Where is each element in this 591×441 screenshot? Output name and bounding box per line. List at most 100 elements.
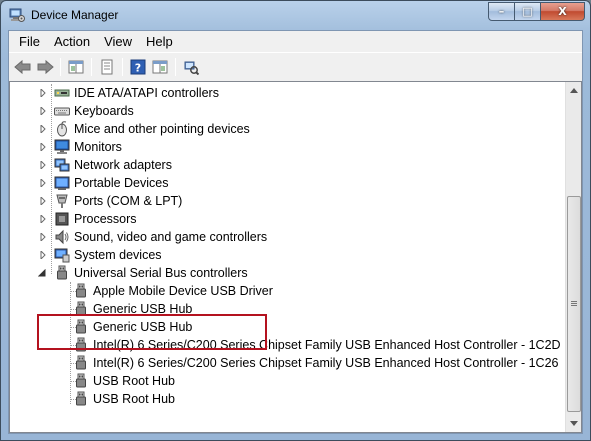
- tree-category-label: Portable Devices: [74, 176, 169, 190]
- expand-arrow-icon[interactable]: [39, 89, 47, 97]
- device-tree-panel[interactable]: IDE ATA/ATAPI controllers Keyboards Mice…: [9, 81, 582, 433]
- window-title: Device Manager: [31, 8, 119, 22]
- tree-category-mice[interactable]: Mice and other pointing devices: [10, 120, 566, 138]
- expand-arrow-icon[interactable]: [39, 143, 47, 151]
- system-device-icon: [54, 248, 70, 263]
- scan-hardware-changes-button[interactable]: [180, 56, 202, 78]
- show-hide-console-tree-button[interactable]: [65, 56, 87, 78]
- caption-buttons: – □ X: [488, 2, 585, 21]
- close-icon: X: [558, 5, 567, 18]
- tree-device-label: USB Root Hub: [93, 374, 175, 388]
- usb-icon: [76, 373, 86, 388]
- menu-bar: File Action View Help: [9, 31, 582, 51]
- port-icon: [56, 194, 68, 208]
- scrollbar-grip: [571, 303, 577, 304]
- toolbar-separator: [122, 57, 123, 76]
- maximize-icon: □: [522, 5, 533, 18]
- usb-icon: [76, 391, 86, 406]
- tree-category-label: Monitors: [74, 140, 122, 154]
- tree-category-ide-controllers[interactable]: IDE ATA/ATAPI controllers: [10, 84, 566, 102]
- minimize-icon: –: [498, 5, 505, 18]
- tree-device-label: Intel(R) 6 Series/C200 Series Chipset Fa…: [93, 356, 559, 370]
- tree-category-label: Sound, video and game controllers: [74, 230, 268, 244]
- monitor-icon: [54, 139, 70, 154]
- toolbar-separator: [60, 57, 61, 76]
- menu-view[interactable]: View: [97, 34, 139, 49]
- device-manager-app-icon: [9, 8, 25, 22]
- expand-arrow-icon[interactable]: [39, 179, 47, 187]
- usb-icon: [76, 355, 86, 370]
- show-hide-action-pane-icon: [152, 60, 168, 73]
- tree-device-apple-mobile-device-usb-driver[interactable]: Apple Mobile Device USB Driver: [10, 282, 566, 300]
- scan-hardware-changes-icon: [184, 61, 199, 75]
- ide-controller-icon: [54, 89, 70, 97]
- tree-category-label: Keyboards: [74, 104, 134, 118]
- show-hide-action-pane-button[interactable]: [149, 56, 171, 78]
- back-button[interactable]: [12, 56, 34, 78]
- tree-device-usb-root-hub[interactable]: USB Root Hub: [10, 372, 566, 390]
- menu-help[interactable]: Help: [139, 34, 180, 49]
- show-hide-console-tree-icon: [68, 60, 84, 73]
- properties-icon: [101, 59, 113, 74]
- menu-file[interactable]: File: [9, 34, 47, 49]
- scroll-up-button[interactable]: [566, 82, 581, 99]
- vertical-scrollbar[interactable]: [565, 82, 581, 432]
- portable-device-icon: [54, 176, 70, 190]
- tree-category-sound-video-game[interactable]: Sound, video and game controllers: [10, 228, 566, 246]
- svg-text:?: ?: [135, 61, 141, 74]
- tree-category-monitors[interactable]: Monitors: [10, 138, 566, 156]
- tree-category-label: Mice and other pointing devices: [74, 122, 250, 136]
- tree-category-label: Network adapters: [74, 158, 172, 172]
- tree-device-usb-root-hub[interactable]: USB Root Hub: [10, 390, 566, 408]
- back-arrow-icon: [14, 59, 31, 74]
- mouse-icon: [57, 121, 67, 137]
- expand-arrow-icon[interactable]: [39, 251, 47, 259]
- tree-category-portable-devices[interactable]: Portable Devices: [10, 174, 566, 192]
- device-tree: IDE ATA/ATAPI controllers Keyboards Mice…: [10, 84, 566, 408]
- expand-arrow-icon[interactable]: [39, 161, 47, 169]
- help-button[interactable]: ?: [127, 56, 149, 78]
- tree-category-label: Universal Serial Bus controllers: [74, 266, 248, 280]
- tree-device-intel-usb-host-controller-1c26[interactable]: Intel(R) 6 Series/C200 Series Chipset Fa…: [10, 354, 566, 372]
- tree-category-network-adapters[interactable]: Network adapters: [10, 156, 566, 174]
- processor-icon: [55, 212, 69, 226]
- expand-arrow-icon[interactable]: [39, 233, 47, 241]
- expand-arrow-icon[interactable]: [39, 215, 47, 223]
- network-adapter-icon: [54, 158, 70, 172]
- tree-category-label: Ports (COM & LPT): [74, 194, 183, 208]
- expand-arrow-icon[interactable]: [39, 125, 47, 133]
- keyboard-icon: [54, 107, 70, 116]
- title-bar[interactable]: Device Manager – □ X: [1, 1, 590, 30]
- close-button[interactable]: X: [541, 2, 585, 21]
- properties-button[interactable]: [96, 56, 118, 78]
- expand-arrow-icon[interactable]: [39, 107, 47, 115]
- forward-button[interactable]: [34, 56, 56, 78]
- usb-icon: [57, 265, 67, 280]
- scrollbar-thumb[interactable]: [567, 196, 581, 412]
- tree-category-keyboards[interactable]: Keyboards: [10, 102, 566, 120]
- scrollbar-grip: [571, 305, 577, 306]
- scroll-down-arrow-icon: [570, 421, 578, 426]
- toolbar: ?: [9, 52, 582, 80]
- menu-action[interactable]: Action: [47, 34, 97, 49]
- toolbar-separator: [91, 57, 92, 76]
- tree-category-label: Processors: [74, 212, 137, 226]
- scroll-up-arrow-icon: [570, 88, 578, 93]
- tree-category-usb-controllers[interactable]: Universal Serial Bus controllers: [10, 264, 566, 282]
- usb-icon: [76, 283, 86, 298]
- forward-arrow-icon: [37, 59, 54, 74]
- tree-category-label: IDE ATA/ATAPI controllers: [74, 86, 219, 100]
- sound-icon: [55, 229, 69, 245]
- scroll-down-button[interactable]: [566, 415, 581, 432]
- minimize-button[interactable]: –: [488, 2, 515, 21]
- tree-category-processors[interactable]: Processors: [10, 210, 566, 228]
- highlight-annotation-box: [37, 314, 267, 350]
- expand-arrow-icon[interactable]: [39, 197, 47, 205]
- help-icon: ?: [130, 59, 146, 74]
- device-manager-window: Device Manager – □ X File Action View He…: [0, 0, 591, 441]
- tree-category-ports[interactable]: Ports (COM & LPT): [10, 192, 566, 210]
- tree-category-system-devices[interactable]: System devices: [10, 246, 566, 264]
- tree-category-label: System devices: [74, 248, 162, 262]
- maximize-button[interactable]: □: [515, 2, 541, 21]
- collapse-arrow-icon[interactable]: [38, 269, 46, 277]
